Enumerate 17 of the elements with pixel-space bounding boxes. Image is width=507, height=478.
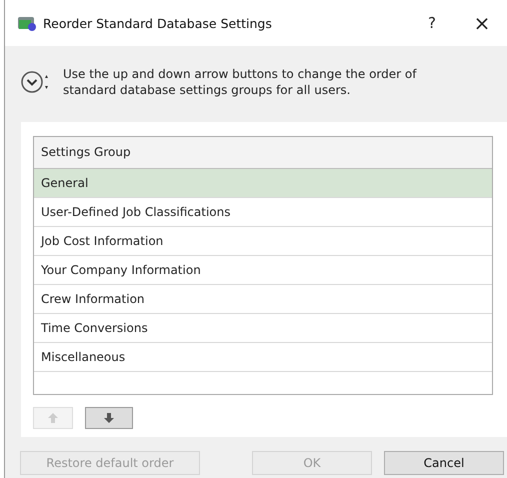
table-row[interactable]: General [34, 169, 492, 198]
table-row[interactable]: Crew Information [34, 285, 492, 314]
close-button[interactable]: × [457, 8, 507, 38]
table-row[interactable]: Job Cost Information [34, 227, 492, 256]
cancel-button[interactable]: Cancel [384, 451, 504, 475]
window-title: Reorder Standard Database Settings [43, 16, 273, 30]
up-arrow-icon [47, 412, 59, 424]
help-button[interactable]: ? [407, 8, 457, 38]
table-row[interactable]: User-Defined Job Classifications [34, 198, 492, 227]
database-app-icon [17, 15, 37, 31]
table-row[interactable]: Your Company Information [34, 256, 492, 285]
table-row[interactable]: Miscellaneous [34, 343, 492, 372]
down-arrow-icon [103, 412, 115, 424]
table-row[interactable]: Time Conversions [34, 314, 492, 343]
move-down-button[interactable] [85, 407, 133, 429]
instruction-text: Use the up and down arrow buttons to change the order of standard database settings groups for all users. [63, 66, 418, 98]
column-header: Settings Group [34, 137, 492, 169]
